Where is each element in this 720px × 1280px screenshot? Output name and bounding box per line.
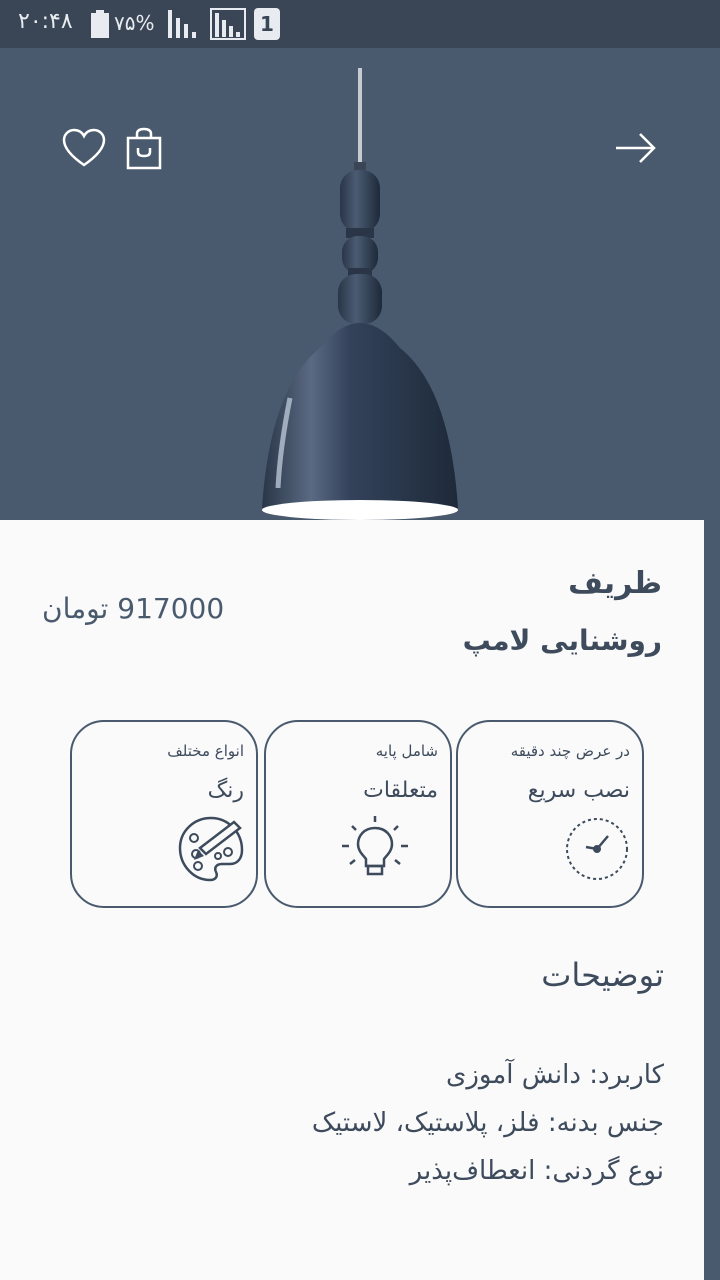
feature-card-color[interactable]: انواع مختلف رنگ <box>70 720 258 908</box>
clock-icon <box>566 818 628 880</box>
status-time: ۲۰:۴۸ <box>18 9 73 34</box>
heart-icon <box>62 128 106 167</box>
feature-caption: انواع مختلف <box>167 742 244 760</box>
feature-label: رنگ <box>207 778 244 803</box>
status-bar: ۲۰:۴۸ ۷۵% 1 <box>0 0 720 48</box>
feature-card-accessories[interactable]: شامل پایه متعلقات <box>264 720 452 908</box>
description-line: نوع گردنی: انعطاف‌پذیر <box>409 1156 664 1186</box>
palette-icon <box>178 816 244 882</box>
feature-label: متعلقات <box>363 778 438 803</box>
description-heading: توضیحات <box>541 956 664 994</box>
cart-button[interactable] <box>124 126 164 170</box>
signal-icon <box>210 8 246 40</box>
product-name: ظریف <box>568 566 662 601</box>
feature-caption: شامل پایه <box>375 742 438 760</box>
back-button[interactable] <box>612 128 660 168</box>
feature-card-install[interactable]: در عرض چند دقیقه نصب سریع <box>456 720 644 908</box>
product-hero <box>0 48 720 520</box>
arrow-right-icon <box>616 133 656 163</box>
product-price: 917000 تومان <box>42 592 225 625</box>
description-line: کاربرد: دانش آموزی <box>446 1060 664 1090</box>
sim-icon: 1 <box>254 8 280 40</box>
battery-percent: ۷۵% <box>114 11 155 35</box>
feature-caption: در عرض چند دقیقه <box>510 742 630 760</box>
shopping-bag-icon <box>126 127 162 170</box>
favorite-button[interactable] <box>62 128 106 168</box>
panel-edge <box>704 520 720 1280</box>
product-image <box>262 68 458 520</box>
feature-label: نصب سریع <box>527 778 630 803</box>
battery-icon <box>91 10 109 38</box>
lightbulb-icon <box>342 816 408 876</box>
description-line: جنس بدنه: فلز، پلاستیک، لاستیک <box>311 1108 664 1138</box>
product-category: روشنایی لامپ <box>462 624 662 657</box>
signal-icon <box>168 10 196 38</box>
